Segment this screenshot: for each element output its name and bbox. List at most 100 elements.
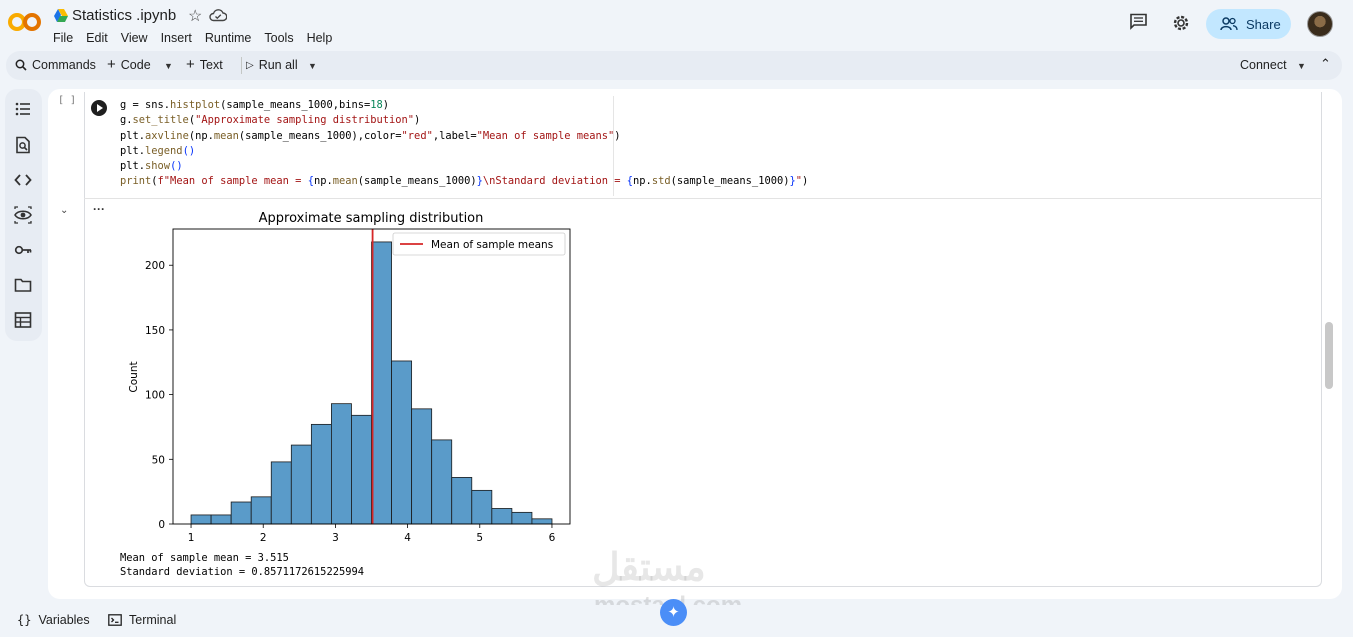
y-axis-ticks: 0 50 100 150 200 [145, 260, 173, 531]
histogram-bar [270, 461, 292, 525]
code-dropdown-chevron-icon[interactable]: ▼ [164, 61, 173, 71]
variables-button[interactable]: {} Variables [17, 613, 90, 627]
histogram-bar [250, 496, 272, 525]
commands-label: Commands [32, 58, 96, 72]
histogram-bar [451, 477, 473, 525]
menu-help[interactable]: Help [307, 31, 333, 45]
find-replace-icon[interactable] [14, 136, 32, 154]
code-line: plt.axvline(np.mean(sample_means_1000),c… [120, 129, 621, 142]
menu-tools[interactable]: Tools [264, 31, 293, 45]
data-table-icon[interactable] [14, 311, 32, 329]
terminal-icon [108, 614, 122, 626]
output-menu-dots-icon[interactable]: ··· [93, 202, 105, 216]
connect-button[interactable]: Connect [1240, 58, 1287, 72]
menu-edit[interactable]: Edit [86, 31, 108, 45]
histogram-bar [351, 414, 372, 525]
terminal-button[interactable]: Terminal [108, 613, 176, 627]
histogram-bar [230, 501, 252, 525]
table-of-contents-icon[interactable] [14, 100, 32, 118]
text-label: Text [199, 58, 223, 72]
y-axis-label: Count [128, 361, 140, 392]
histogram-bar [371, 241, 392, 525]
secrets-key-icon[interactable] [14, 241, 32, 259]
variables-inspector-eye-icon[interactable] [14, 206, 32, 224]
braces-icon: {} [17, 613, 32, 627]
x-tick-label: 1 [188, 532, 195, 544]
collapse-header-chevron-up-icon[interactable]: ⌃ [1320, 56, 1331, 72]
connect-label: Connect [1240, 58, 1287, 72]
play-icon: ▷ [246, 59, 254, 71]
histogram-bar [210, 514, 232, 525]
run-cell-button[interactable] [91, 100, 107, 116]
histogram-bar [411, 408, 433, 525]
share-button[interactable]: Share [1206, 9, 1291, 39]
menu-insert[interactable]: Insert [161, 31, 192, 45]
vertical-scrollbar[interactable] [1325, 322, 1333, 389]
x-tick-label: 2 [260, 532, 267, 544]
colab-logo[interactable] [8, 10, 42, 34]
cloud-saved-icon[interactable] [209, 8, 227, 22]
y-tick-label: 150 [145, 325, 165, 337]
code-line: g = sns.histplot(sample_means_1000,bins=… [120, 99, 390, 111]
add-text-button[interactable]: + Text [186, 56, 223, 73]
plus-icon: + [186, 56, 195, 73]
code-line: plt.legend() [120, 144, 196, 157]
y-tick-label: 100 [145, 390, 165, 402]
variables-label: Variables [38, 613, 90, 627]
terminal-label: Terminal [129, 613, 177, 627]
y-tick-label: 50 [152, 454, 165, 466]
code-snippets-icon[interactable] [14, 171, 32, 189]
notebook-title[interactable]: Statistics .ipynb [72, 7, 176, 24]
y-tick-label: 0 [158, 519, 165, 531]
run-all-label: Run all [258, 58, 298, 72]
histogram-bar [290, 444, 312, 525]
commands-button[interactable]: Commands [15, 58, 96, 72]
histogram-bar [310, 423, 332, 525]
code-line: g.set_title("Approximate sampling distri… [120, 114, 421, 127]
histogram-bar [431, 439, 453, 525]
histogram-bar [531, 518, 553, 525]
menu-view[interactable]: View [121, 31, 148, 45]
y-tick-label: 200 [145, 260, 165, 272]
code-cell-source[interactable]: g = sns.histplot(sample_means_1000,bins=… [120, 98, 808, 190]
plus-icon: + [107, 56, 116, 73]
x-tick-label: 6 [549, 532, 556, 544]
left-sidebar [5, 89, 42, 341]
notebook-toolbar: Commands + Code ▼ + Text ▷ Run all ▼ Con… [6, 51, 1342, 80]
menu-bar: File Edit View Insert Runtime Tools Help [53, 31, 345, 45]
code-line: plt.show() [120, 160, 183, 173]
histogram-bar [190, 514, 212, 525]
star-icon[interactable]: ☆ [188, 6, 202, 26]
collapse-output-chevron-down-icon[interactable]: ⌄ [60, 205, 68, 216]
histogram-bar [471, 489, 493, 525]
histogram-chart: Approximate sampling distribution 0 50 100… [128, 211, 571, 544]
histogram-bar [491, 508, 513, 525]
output-line: Mean of sample mean = 3.515 [120, 552, 289, 564]
menu-file[interactable]: File [53, 31, 73, 45]
code-label: Code [120, 58, 151, 72]
search-icon [15, 59, 27, 71]
files-folder-icon[interactable] [14, 276, 32, 294]
connect-dropdown-chevron-icon[interactable]: ▼ [1297, 61, 1306, 71]
cell-execution-count: [ ] [58, 95, 77, 106]
menu-runtime[interactable]: Runtime [205, 31, 252, 45]
histogram-bar [511, 511, 533, 525]
gear-icon[interactable] [1171, 13, 1191, 33]
avatar[interactable] [1307, 11, 1333, 37]
code-line: print(f"Mean of sample mean = {np.mean(s… [120, 175, 809, 188]
output-line: Standard deviation = 0.8571172615225994 [120, 566, 364, 578]
x-axis-ticks: 1 2 3 4 5 6 [188, 524, 556, 544]
people-icon [1220, 17, 1238, 31]
histogram-bar [331, 403, 352, 525]
drive-icon [54, 9, 68, 22]
add-code-button[interactable]: + Code [107, 56, 151, 73]
run-dropdown-chevron-icon[interactable]: ▼ [308, 61, 317, 71]
gemini-sparkle-button[interactable]: ✦ [660, 599, 687, 626]
x-tick-label: 3 [332, 532, 339, 544]
top-bar: Statistics .ipynb ☆ File Edit View Inser… [0, 0, 1353, 50]
toolbar-divider [241, 57, 242, 74]
comment-icon[interactable] [1129, 13, 1148, 30]
chart-legend: Mean of sample means [392, 232, 566, 256]
run-all-button[interactable]: ▷ Run all [246, 58, 298, 72]
legend-label: Mean of sample means [431, 239, 553, 251]
